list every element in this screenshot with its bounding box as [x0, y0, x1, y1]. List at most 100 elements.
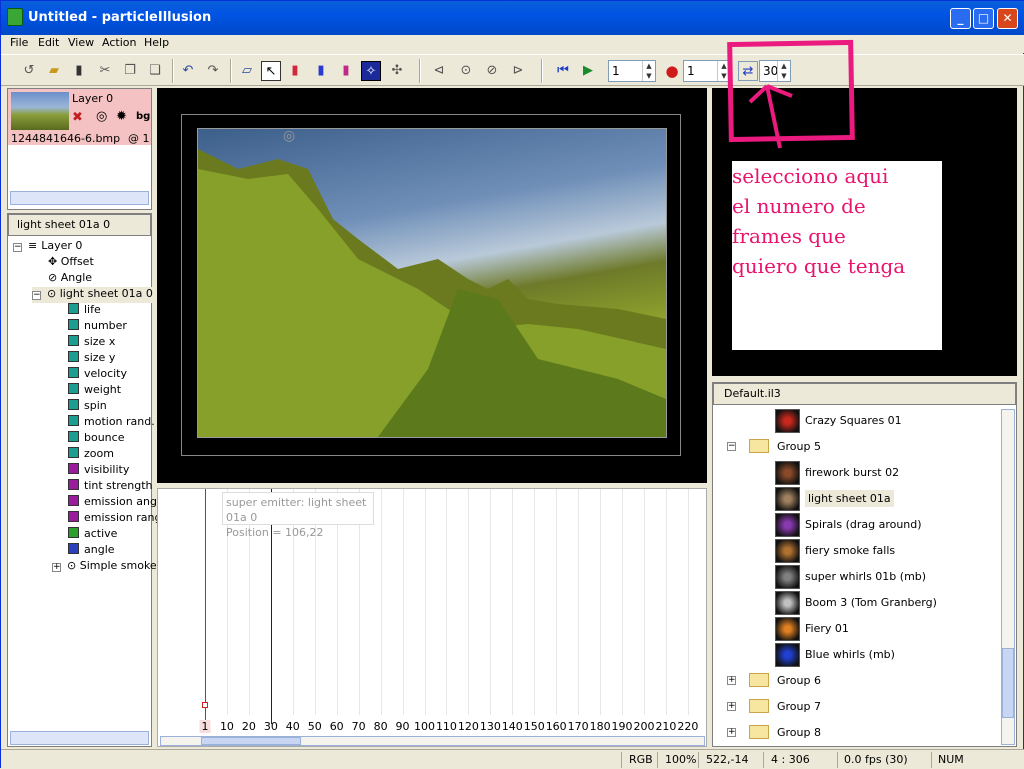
deflector-icon[interactable]: ▮	[285, 61, 305, 81]
bg-toggle[interactable]: bg	[136, 111, 150, 122]
tree-param[interactable]: motion rand.	[68, 415, 155, 431]
rewind-icon[interactable]: ⏮	[553, 61, 573, 81]
new-icon[interactable]: ↺	[19, 61, 39, 81]
expand-icon[interactable]: +	[727, 728, 736, 737]
param-icon	[68, 495, 79, 506]
key-prev-icon[interactable]: ⊲	[429, 61, 449, 81]
hierarchy-scrollbar[interactable]	[10, 731, 149, 745]
library-emitter[interactable]: Blue whirls (mb)	[775, 643, 1016, 667]
redo-icon[interactable]: ↷	[203, 61, 223, 81]
collapse-icon[interactable]: −	[32, 291, 41, 300]
hide-icon[interactable]: ✖	[72, 110, 83, 125]
maximize-button[interactable]: □	[973, 8, 994, 29]
tree-param[interactable]: visibility	[68, 463, 129, 479]
expand-icon[interactable]: +	[727, 676, 736, 685]
tree-param[interactable]: life	[68, 303, 101, 319]
blocker-icon[interactable]: ▮	[311, 61, 331, 81]
open-icon[interactable]: ▰	[44, 61, 64, 81]
menu-edit[interactable]: Edit	[38, 36, 59, 49]
layer-scrollbar[interactable]	[10, 191, 149, 205]
emitter-marker-icon[interactable]: ◎	[283, 128, 295, 144]
current-frame-field[interactable]: 1 ▲ ▼	[608, 60, 656, 82]
layer-name: Layer 0	[72, 92, 114, 105]
tree-param[interactable]: angle	[68, 543, 115, 559]
move-icon[interactable]: ✣	[387, 61, 407, 81]
tree-param[interactable]: velocity	[68, 367, 127, 383]
library-group[interactable]: + Group 7	[727, 695, 1012, 719]
library-emitter[interactable]: firework burst 02	[775, 461, 1016, 485]
menu-file[interactable]: File	[10, 36, 28, 49]
layer-row[interactable]: Layer 0 ✖ ◎ ✹ bg 1244841646-6.bmp @ 1	[8, 89, 151, 145]
timeline-panel[interactable]: super emitter: light sheet 01a 0 Positio…	[157, 488, 707, 747]
menu-view[interactable]: View	[68, 36, 94, 49]
tree-offset[interactable]: ✥ Offset	[48, 255, 94, 271]
play-icon[interactable]: ▶	[578, 61, 598, 81]
gear-icon[interactable]: ✹	[116, 109, 127, 124]
select-tool-icon[interactable]: ↖	[261, 61, 281, 81]
tree-simple-smoke[interactable]: + ⊙ Simple smoke I	[52, 559, 163, 575]
tree-param[interactable]: zoom	[68, 447, 114, 463]
library-group[interactable]: + Group 8	[727, 721, 1012, 745]
timeline-scroll-thumb[interactable]	[201, 737, 301, 745]
save-icon[interactable]: ▮	[69, 61, 89, 81]
tree-emitter[interactable]: − ⊙ light sheet 01a 0	[32, 287, 153, 303]
tree-param[interactable]: active	[68, 527, 117, 543]
status-mode: RGB	[629, 753, 653, 766]
cut-icon[interactable]: ✂	[95, 61, 115, 81]
library-emitter[interactable]: super whirls 01b (mb)	[775, 565, 1016, 589]
keyframe-marker[interactable]	[202, 702, 208, 708]
library-scroll-thumb[interactable]	[1002, 648, 1014, 718]
tree-param-label: angle	[84, 543, 115, 556]
title-bar[interactable]: Untitled - particleIllusion _ □ ✕	[1, 1, 1024, 35]
menu-help[interactable]: Help	[144, 36, 169, 49]
key-add-icon[interactable]: ⊙	[456, 61, 476, 81]
key-remove-icon[interactable]: ⊘	[482, 61, 502, 81]
timeline-scrollbar[interactable]	[160, 736, 705, 746]
target-icon[interactable]: ◎	[96, 109, 107, 124]
tree-layer[interactable]: − ≡ Layer 0	[13, 239, 82, 255]
menu-action[interactable]: Action	[102, 36, 136, 49]
library-emitter-label: Spirals (drag around)	[805, 518, 922, 531]
library-emitter[interactable]: Boom 3 (Tom Granberg)	[775, 591, 1016, 615]
library-group[interactable]: + Group 6	[727, 669, 1012, 693]
tree-param[interactable]: emission range	[68, 511, 168, 527]
folder-icon	[749, 439, 769, 453]
record-frame-value: 1	[687, 64, 695, 78]
collapse-icon[interactable]: −	[727, 442, 736, 451]
tree-param[interactable]: spin	[68, 399, 107, 415]
tree-param[interactable]: number	[68, 319, 127, 335]
library-emitter[interactable]: Fiery 01	[775, 617, 1016, 641]
tree-param[interactable]: size x	[68, 335, 115, 351]
collapse-icon[interactable]: −	[13, 243, 22, 252]
library-emitter[interactable]: fiery smoke falls	[775, 539, 1016, 563]
close-button[interactable]: ✕	[997, 8, 1018, 29]
timeline-tick: 20	[241, 720, 256, 733]
tree-param[interactable]: emission angle	[68, 495, 167, 511]
key-next-icon[interactable]: ⊳	[508, 61, 528, 81]
stage-viewport[interactable]: ◎	[157, 88, 707, 483]
tree-param-label: tint strength	[84, 479, 153, 492]
layer-icon[interactable]: ▱	[237, 61, 257, 81]
tree-param[interactable]: tint strength	[68, 479, 152, 495]
expand-icon[interactable]: +	[727, 702, 736, 711]
tree-param[interactable]: size y	[68, 351, 115, 367]
spin-arrows-icon[interactable]: ▲ ▼	[642, 61, 655, 81]
library-emitter[interactable]: Crazy Squares 01	[775, 409, 1016, 433]
timeline-tick: 70	[351, 720, 366, 733]
library-emitter[interactable]: light sheet 01a	[775, 487, 1016, 511]
timeline-gridline	[556, 489, 558, 715]
tree-angle[interactable]: ⊘ Angle	[48, 271, 92, 287]
minimize-button[interactable]: _	[950, 8, 971, 29]
library-scrollbar[interactable]	[1001, 409, 1015, 745]
force-icon[interactable]: ▮	[336, 61, 356, 81]
emitter-icon[interactable]: ✧	[361, 61, 381, 81]
library-group[interactable]: − Group 5	[727, 435, 1012, 459]
tree-param[interactable]: bounce	[68, 431, 124, 447]
copy-icon[interactable]: ❐	[120, 61, 140, 81]
record-icon[interactable]: ●	[662, 61, 682, 81]
tree-param[interactable]: weight	[68, 383, 121, 399]
undo-icon[interactable]: ↶	[178, 61, 198, 81]
expand-icon[interactable]: +	[52, 563, 61, 572]
paste-icon[interactable]: ❑	[145, 61, 165, 81]
library-emitter[interactable]: Spirals (drag around)	[775, 513, 1016, 537]
